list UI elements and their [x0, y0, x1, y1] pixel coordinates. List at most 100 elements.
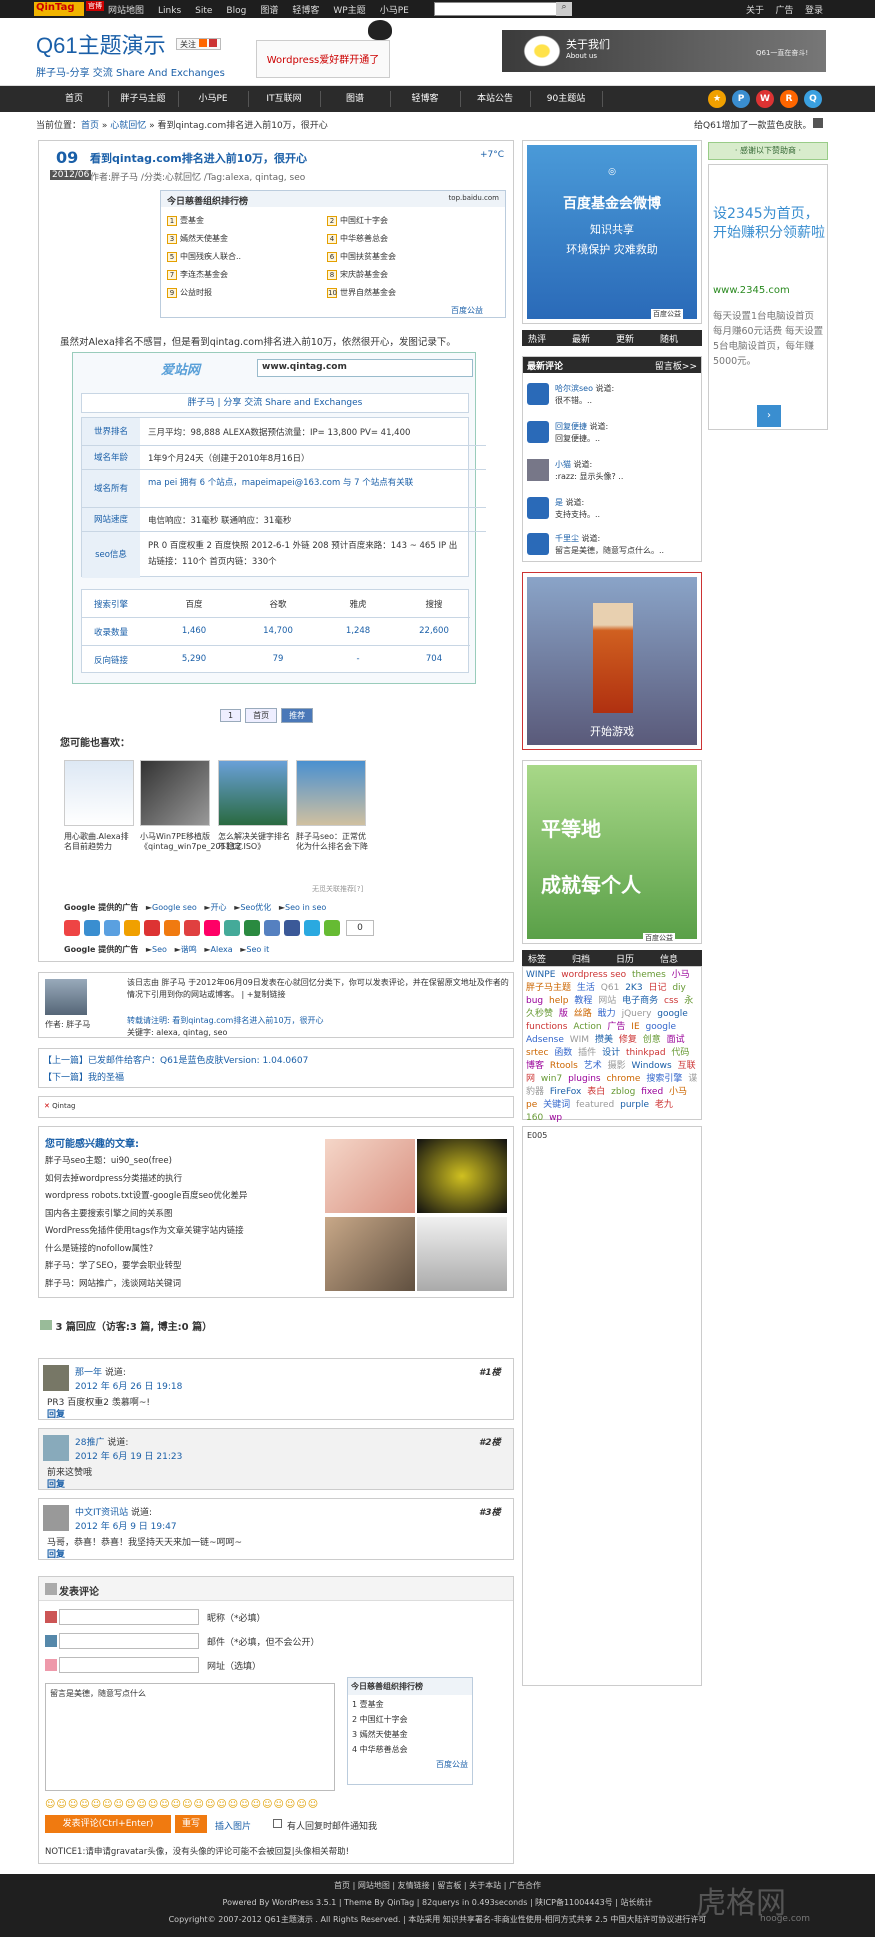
- tag-link[interactable]: 日记: [648, 983, 666, 993]
- ad-link[interactable]: Seo: [152, 945, 167, 954]
- may-like-caption[interactable]: 怎么解决关键字排名不稳定: [218, 832, 290, 852]
- close-icon[interactable]: ✕: [44, 1102, 52, 1110]
- post-author[interactable]: 作者:胖子马: [90, 173, 138, 183]
- tag-link[interactable]: jQuery: [622, 1009, 652, 1019]
- may-like-caption[interactable]: 用心歌曲.Alexa排名目前趋势力: [64, 832, 136, 852]
- page-1-button[interactable]: 1: [220, 709, 242, 722]
- tag-link[interactable]: Action: [573, 1022, 601, 1032]
- nav-90[interactable]: 90主题站: [530, 86, 602, 112]
- tag-link[interactable]: google: [657, 1009, 687, 1019]
- mini-rank-item[interactable]: 3 嫣然天使基金: [352, 1727, 468, 1742]
- footer-link[interactable]: 网站地图: [358, 1881, 390, 1890]
- nav-map[interactable]: 图谱: [320, 86, 390, 112]
- tab-new[interactable]: 最新: [572, 332, 590, 345]
- related-item[interactable]: WordPress免插件使用tags作为文章关键字站内链接: [45, 1223, 247, 1241]
- guestbook-link[interactable]: 留言板>>: [655, 359, 697, 372]
- tag-link[interactable]: 修复: [619, 1035, 637, 1045]
- submit-comment-button[interactable]: 发表评论(Ctrl+Enter): [45, 1815, 171, 1833]
- rss-nav-icon[interactable]: R: [780, 90, 798, 108]
- related-item[interactable]: 胖子马：网站推广，浅谈网站关键词: [45, 1276, 247, 1294]
- tab-calendar[interactable]: 日历: [616, 952, 634, 965]
- tag-link[interactable]: 生活: [577, 983, 595, 993]
- site-title[interactable]: Q61主题演示: [36, 28, 166, 60]
- top-ads[interactable]: 广告: [775, 6, 793, 16]
- tag-link[interactable]: 网站: [598, 996, 616, 1006]
- footer-link[interactable]: 广告合作: [509, 1881, 541, 1890]
- nav-lightblog[interactable]: 轻博客: [390, 86, 460, 112]
- recent-comment-item[interactable]: 千里尘 说道: 留言是美德，随意写点什么。..: [555, 533, 664, 557]
- comment-author[interactable]: 那一年: [75, 1368, 102, 1378]
- rank-item[interactable]: 6 中国扶贫基金会: [327, 251, 396, 262]
- repost-link[interactable]: 转载请注明: 看到qintag.com排名进入前10万，很开心: [127, 1015, 324, 1026]
- tag-link[interactable]: win7: [541, 1074, 562, 1084]
- follow-button[interactable]: 关注: [176, 38, 222, 50]
- tag-link[interactable]: 2K3: [625, 983, 642, 993]
- may-like-thumb[interactable]: [140, 760, 210, 826]
- related-image[interactable]: [417, 1139, 507, 1213]
- tag-link[interactable]: fixed: [641, 1087, 663, 1097]
- tag-link[interactable]: WINPE: [526, 970, 555, 980]
- comment-textarea[interactable]: 留言是美德，随意写点什么: [45, 1683, 335, 1791]
- mini-rank-item[interactable]: 1 壹基金: [352, 1697, 468, 1712]
- fund-foot[interactable]: 百度公益: [651, 309, 683, 319]
- tag-link[interactable]: 函数: [554, 1048, 572, 1058]
- tag-link[interactable]: themes: [632, 970, 666, 980]
- tag-link[interactable]: 创意: [643, 1035, 661, 1045]
- share-xianguo-icon[interactable]: [264, 920, 280, 936]
- comment-reply-button[interactable]: 回复: [47, 1547, 65, 1560]
- top-nav-wp[interactable]: WP主题: [333, 6, 365, 16]
- related-image[interactable]: [325, 1139, 415, 1213]
- share-dou-icon[interactable]: [244, 920, 260, 936]
- share-t-icon[interactable]: [164, 920, 180, 936]
- share-twitter-icon[interactable]: [304, 920, 320, 936]
- prev-post-link[interactable]: 【上一篇】已发邮件给客户：Q61是蓝色皮肤Version: 1.04.0607: [43, 1053, 509, 1066]
- rank-src[interactable]: top.baidu.com: [449, 194, 499, 202]
- share-star-icon[interactable]: [124, 920, 140, 936]
- tag-link[interactable]: srtec: [526, 1048, 548, 1058]
- tag-link[interactable]: 面试: [667, 1035, 685, 1045]
- page-first-button[interactable]: 首页: [245, 708, 278, 723]
- post-cat[interactable]: /分类:心就回忆: [141, 173, 201, 183]
- top-nav-lightblog[interactable]: 轻博客: [292, 6, 319, 16]
- rank-item[interactable]: 4 中华慈善总会: [327, 233, 388, 244]
- comment-reply-button[interactable]: 回复: [47, 1477, 65, 1490]
- related-item[interactable]: 什么是链接的nofollow属性?: [45, 1241, 247, 1259]
- related-item[interactable]: 胖子马seo主题：ui90_seo(free): [45, 1153, 247, 1171]
- post-tags[interactable]: /Tag:alexa, qintag, seo: [204, 173, 305, 183]
- tag-link[interactable]: 电子商务: [622, 996, 658, 1006]
- related-item[interactable]: wordpress robots.txt设置-google百度seo优化差异: [45, 1188, 247, 1206]
- tab-archive[interactable]: 归档: [572, 952, 590, 965]
- share-weibo-icon[interactable]: [64, 920, 80, 936]
- tag-link[interactable]: 教程: [574, 996, 592, 1006]
- weibo-icon[interactable]: [209, 39, 218, 47]
- tag-link[interactable]: plugins: [568, 1074, 601, 1084]
- top-about[interactable]: 关于: [746, 6, 764, 16]
- name-input[interactable]: [59, 1609, 199, 1625]
- mini-rank-item[interactable]: 2 中国红十字会: [352, 1712, 468, 1727]
- rank-item[interactable]: 9 公益时报: [167, 287, 212, 298]
- nav-theme[interactable]: 胖子马主题: [108, 86, 178, 112]
- tag-link[interactable]: featured: [576, 1100, 614, 1110]
- top-nav-blog[interactable]: Blog: [226, 6, 246, 16]
- top-search-input[interactable]: [434, 2, 572, 16]
- rss-icon[interactable]: [198, 39, 207, 47]
- tag-link[interactable]: css: [664, 996, 678, 1006]
- comment-reply-button[interactable]: 回复: [47, 1407, 65, 1420]
- tag-link[interactable]: 插件: [578, 1048, 596, 1058]
- game-ad[interactable]: 开始游戏: [522, 572, 702, 750]
- tag-link[interactable]: WIM: [570, 1035, 589, 1045]
- tab-tags[interactable]: 标签: [528, 952, 546, 965]
- recommend-button[interactable]: 推荐: [281, 708, 314, 723]
- share-facebook-icon[interactable]: [284, 920, 300, 936]
- reset-button[interactable]: 重写: [175, 1815, 207, 1833]
- tag-link[interactable]: 广告: [607, 1022, 625, 1032]
- footer-link[interactable]: 关于本站: [469, 1881, 501, 1890]
- top-nav-sitemap[interactable]: 网站地图: [108, 6, 144, 16]
- equality-foot[interactable]: 百度公益: [643, 933, 675, 943]
- fund-banner[interactable]: ◎ 百度基金会微博 知识共享 环境保护 灾难救助: [527, 145, 697, 319]
- weibo-nav-icon[interactable]: W: [756, 90, 774, 108]
- may-like-thumb[interactable]: [296, 760, 366, 826]
- notice-text[interactable]: NOTICE1:请申请gravatar头像，没有头像的评论可能不会被回复|头像相…: [45, 1845, 349, 1857]
- recent-comment-item[interactable]: 哈尔滨seo 说道: 很不错。..: [555, 383, 614, 407]
- ad-link[interactable]: Seo in seo: [285, 903, 326, 912]
